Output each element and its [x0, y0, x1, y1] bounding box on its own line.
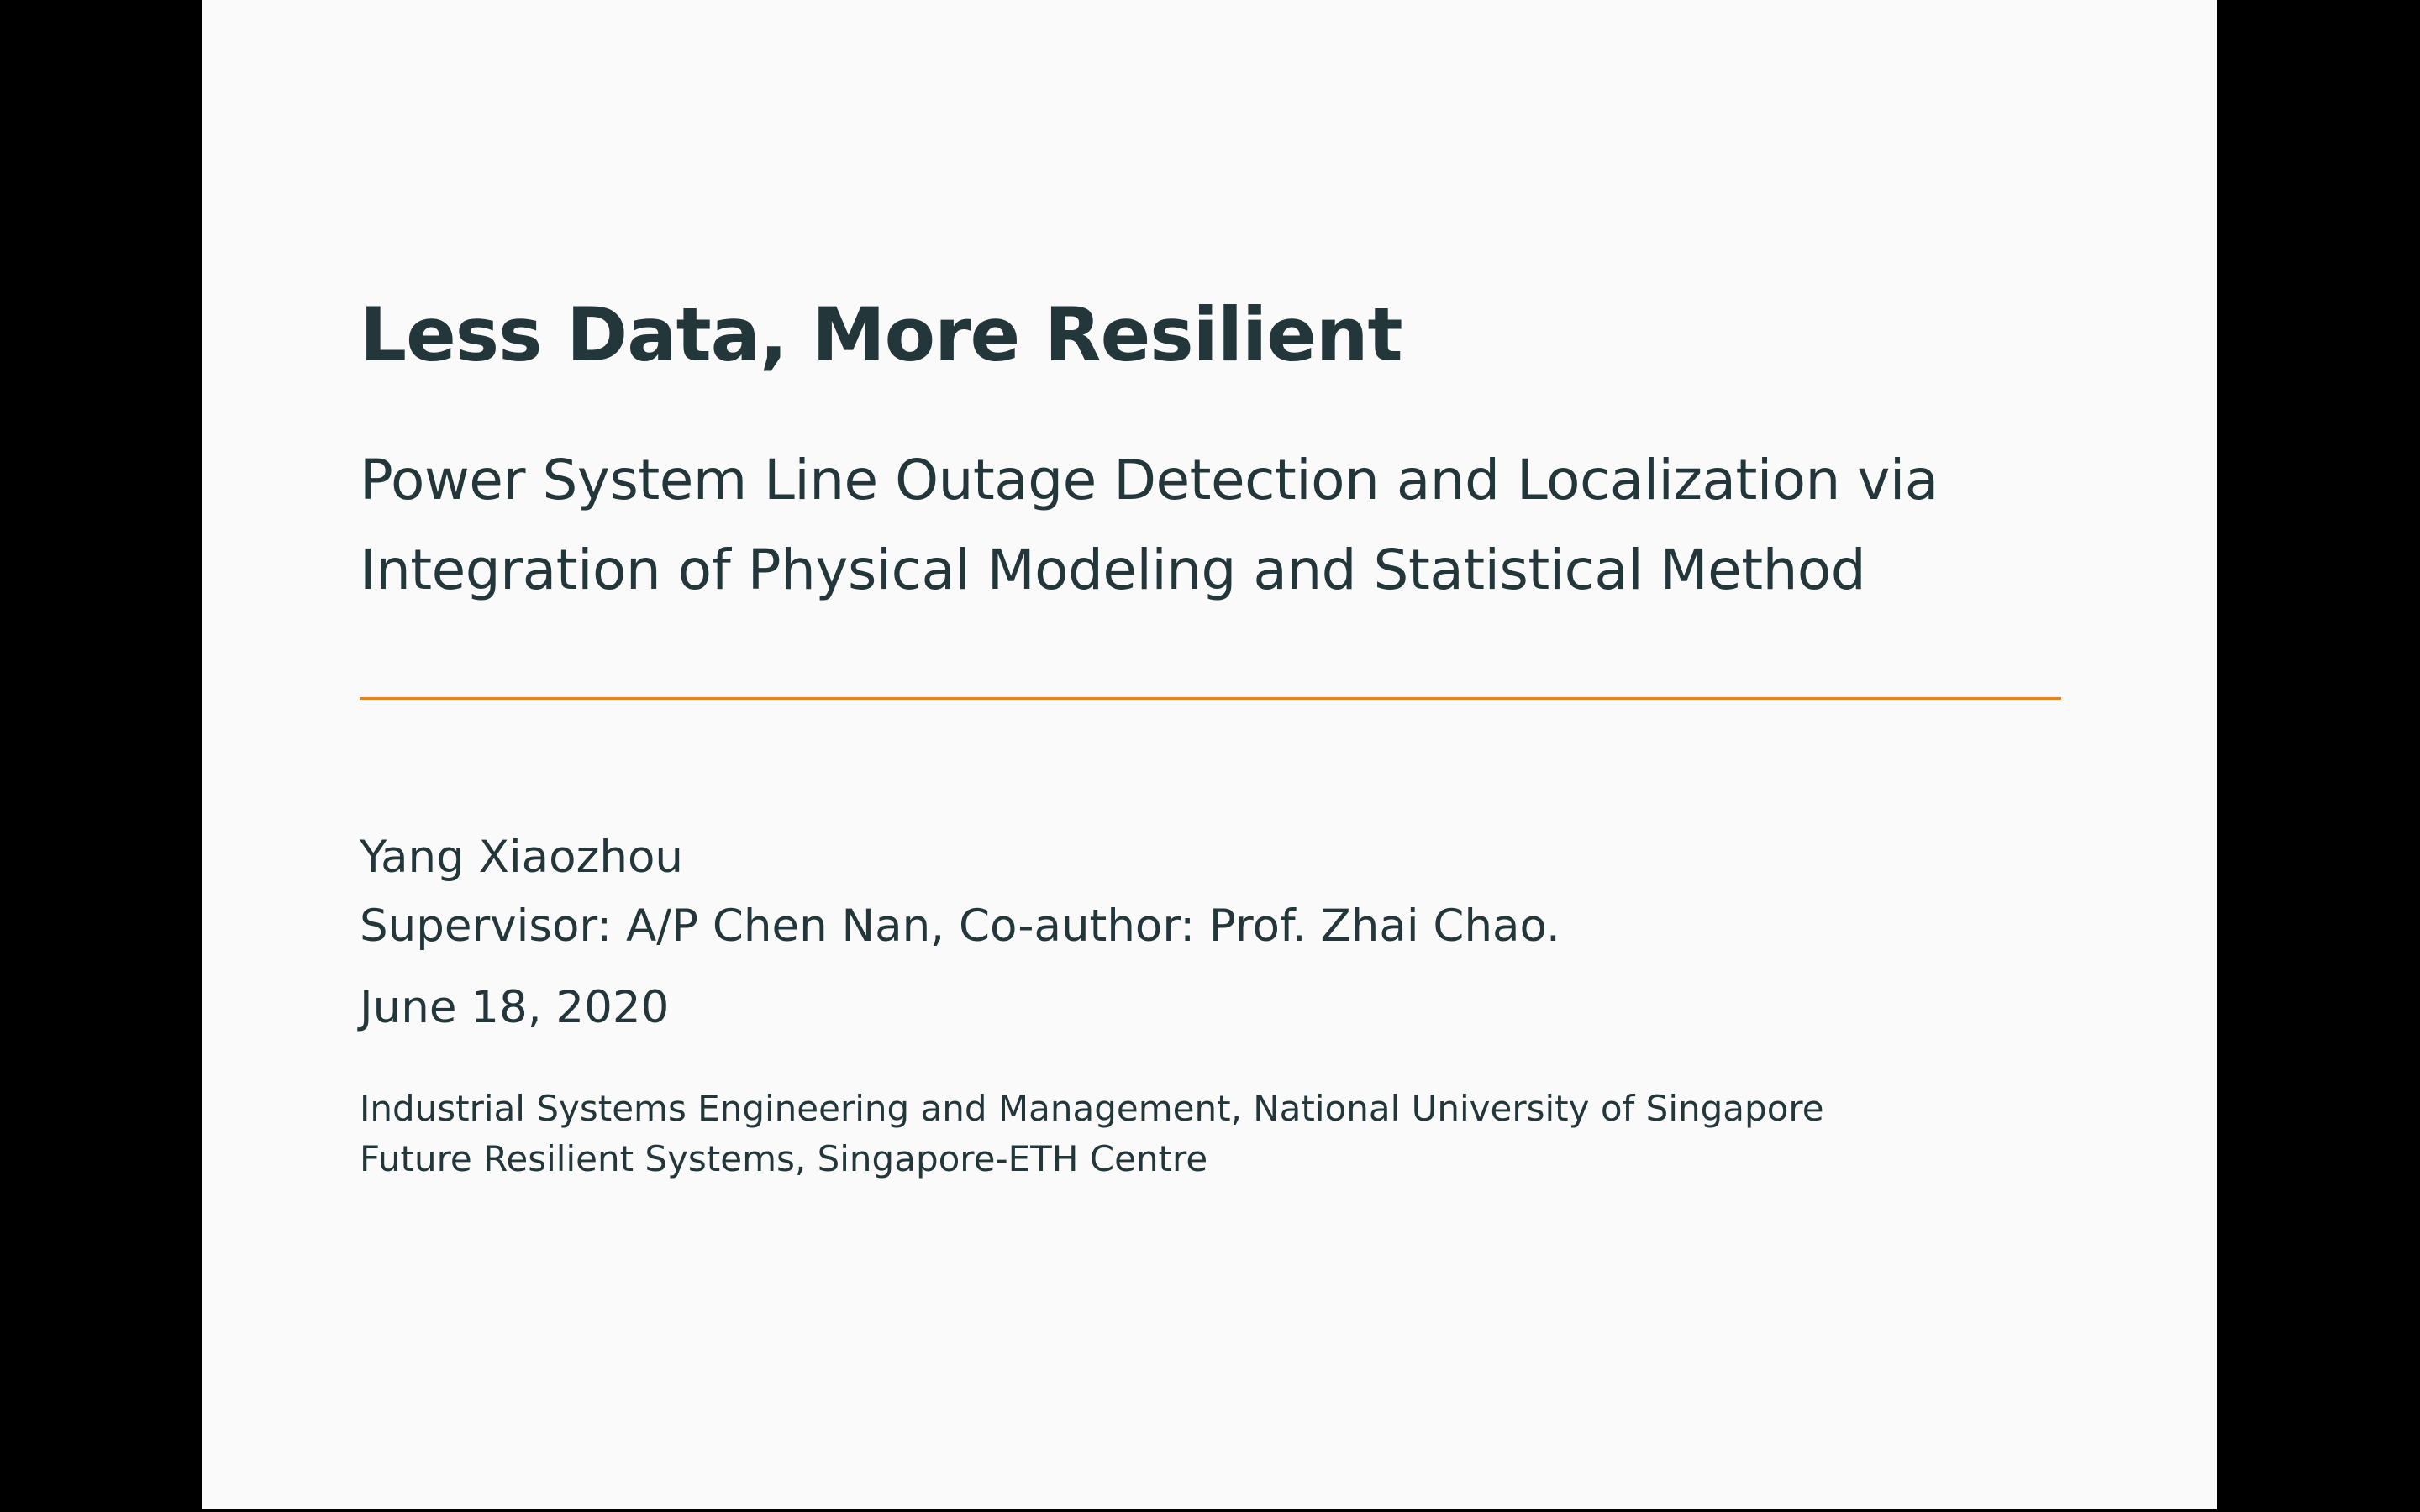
subtitle-line-2: Integration of Physical Modeling and Sta… [360, 538, 1866, 602]
institute-block: Industrial Systems Engineering and Manag… [360, 1084, 1824, 1184]
supervisor-line: Supervisor: A/P Chen Nan, Co-author: Pro… [360, 900, 1560, 952]
slide-title: Less Data, More Resilient [360, 291, 1403, 378]
subtitle-line-1: Power System Line Outage Detection and L… [360, 448, 1939, 512]
presentation-screen: Less Data, More Resilient Power System L… [0, 0, 2420, 1512]
institute-line-1: Industrial Systems Engineering and Manag… [360, 1088, 1824, 1129]
title-separator-line [360, 697, 2061, 700]
slide-subtitle: Power System Line Outage Detection and L… [360, 435, 1939, 615]
presentation-date: June 18, 2020 [360, 982, 670, 1033]
institute-line-2: Future Resilient Systems, Singapore-ETH … [360, 1138, 1208, 1179]
author-name: Yang Xiaozhou [360, 832, 684, 883]
title-slide: Less Data, More Resilient Power System L… [202, 0, 2217, 1509]
